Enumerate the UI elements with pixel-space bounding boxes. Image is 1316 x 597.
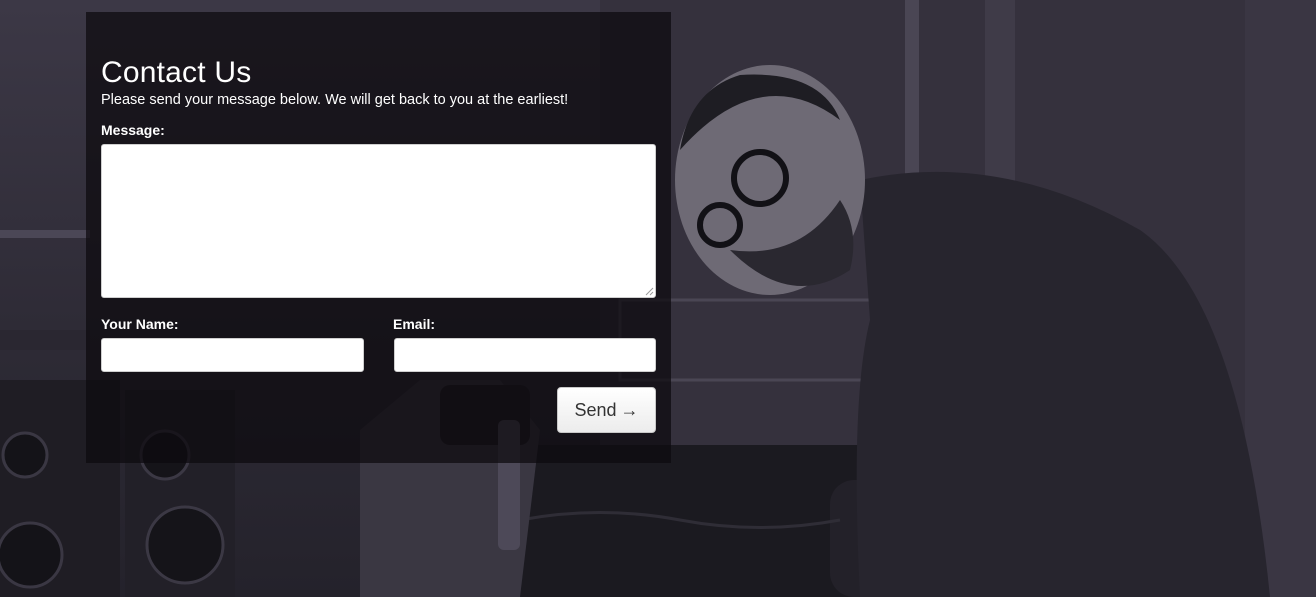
right-arrow-icon: →	[620, 399, 639, 420]
email-label: Email:	[393, 316, 436, 332]
contact-form-panel: Contact Us Please send your message belo…	[86, 12, 671, 463]
form-description: Please send your message below. We will …	[101, 92, 569, 108]
email-input[interactable]	[394, 338, 656, 372]
name-label: Your Name:	[101, 316, 179, 332]
message-textarea[interactable]	[101, 144, 656, 298]
name-input[interactable]	[101, 338, 364, 372]
send-button-label: Send	[574, 399, 617, 420]
page-title: Contact Us	[101, 56, 252, 89]
send-button[interactable]: Send →	[557, 387, 656, 433]
resize-grip-icon[interactable]	[645, 287, 654, 296]
message-label: Message:	[101, 122, 165, 138]
